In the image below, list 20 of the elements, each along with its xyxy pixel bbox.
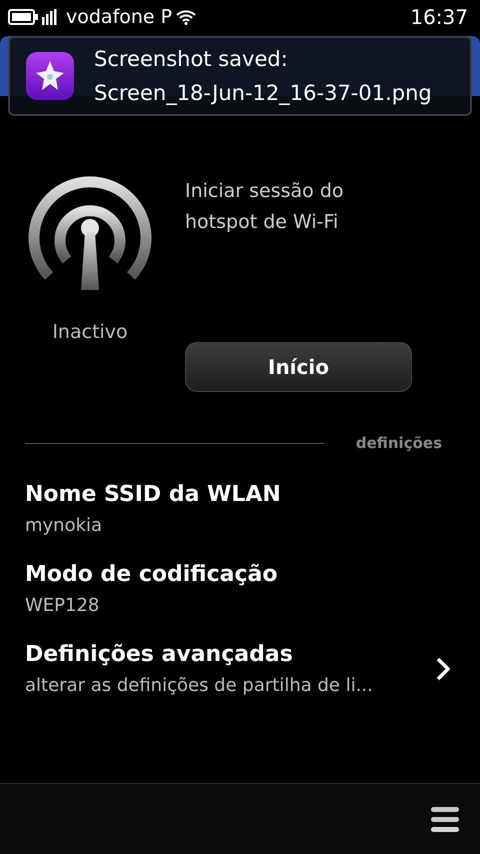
settings-item[interactable]: Nome SSID da WLAN mynokia xyxy=(25,468,450,548)
setting-value: mynokia xyxy=(25,514,104,538)
setting-value: WEP128 xyxy=(25,594,100,618)
clock: 16:37 xyxy=(410,4,469,31)
carrier-name: vodafone P xyxy=(66,4,172,30)
setting-title: Modo de codificação xyxy=(25,561,278,589)
notification-title: Screenshot saved: xyxy=(94,46,289,72)
notification-message: Screen_18-Jun-12_16-37-01.png xyxy=(94,80,432,106)
menu-icon[interactable] xyxy=(430,805,460,833)
settings-item[interactable]: Definições avançadas alterar as definições de partilha de li... xyxy=(25,628,450,708)
setting-title: Nome SSID da WLAN xyxy=(25,481,282,509)
wifi-icon xyxy=(176,9,196,25)
settings-item[interactable]: Modo de codificação WEP128 xyxy=(25,548,450,628)
battery-icon xyxy=(8,9,38,25)
status-label: Inactivo xyxy=(52,320,128,345)
setting-title: Definições avançadas xyxy=(25,641,294,669)
section-label: definições xyxy=(356,433,442,454)
setting-value: alterar as definições de partilha de li... xyxy=(25,674,374,698)
description-text: Iniciar sessão do hotspot de Wi-Fi xyxy=(185,179,345,235)
start-button[interactable]: Início xyxy=(185,342,412,392)
